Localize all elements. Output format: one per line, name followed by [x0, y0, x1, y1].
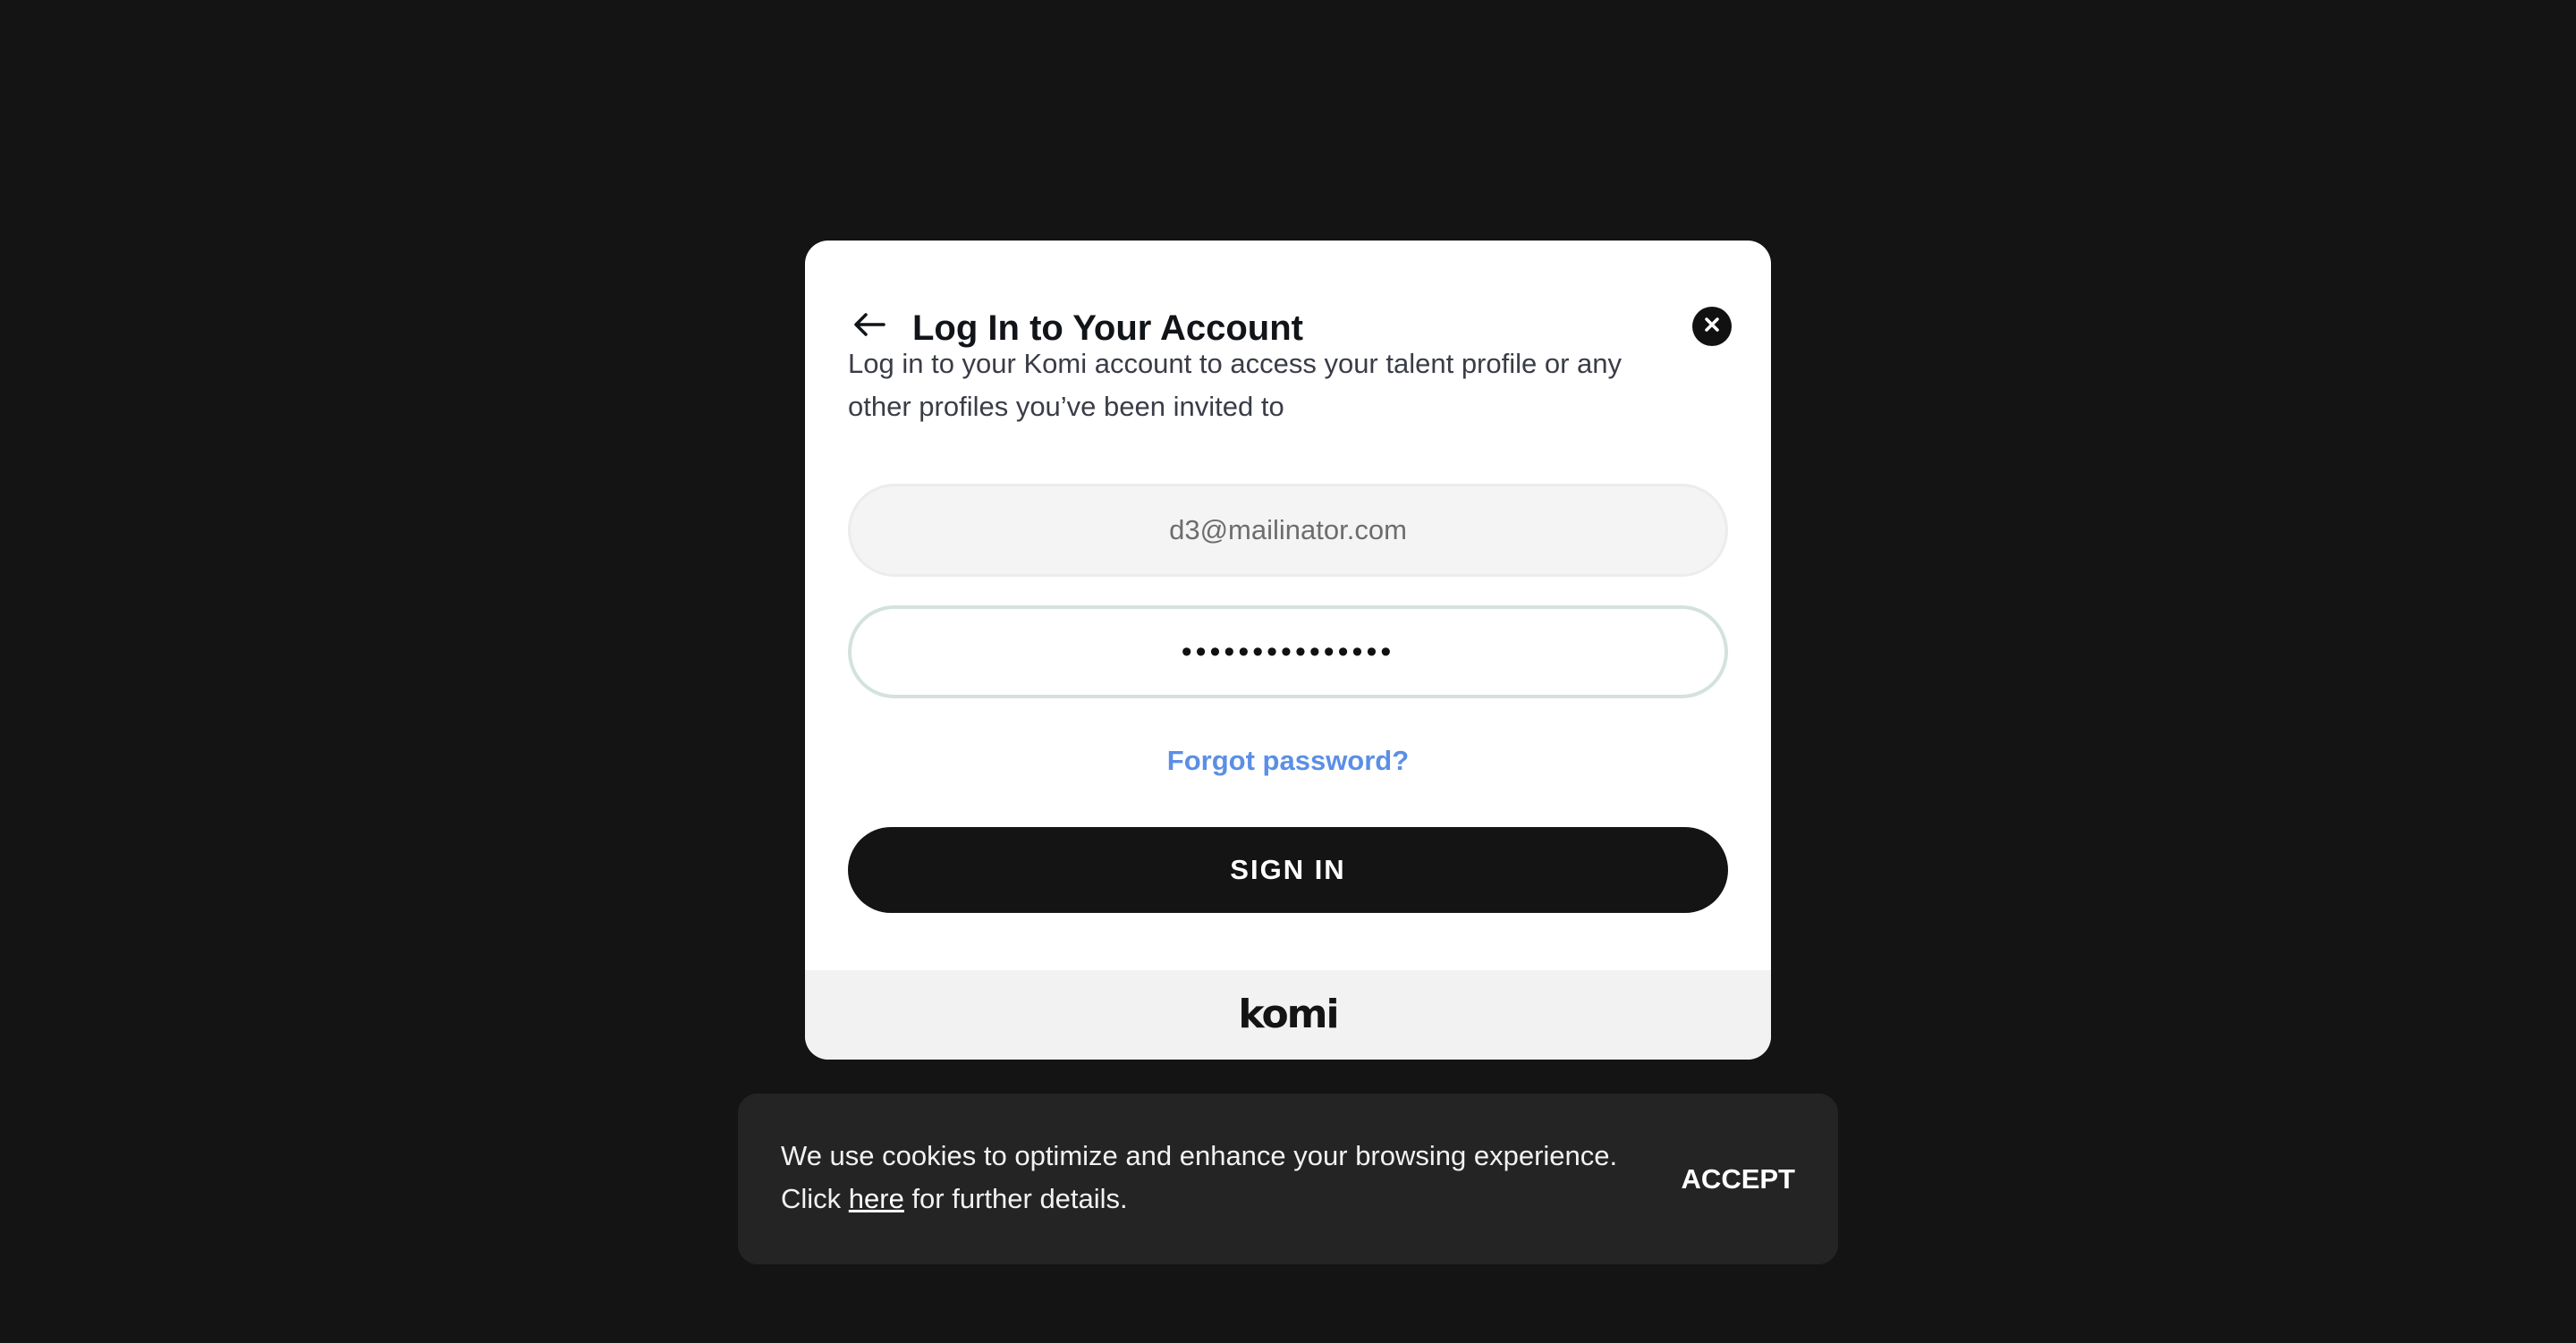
close-icon — [1704, 317, 1720, 337]
cookie-message: We use cookies to optimize and enhance y… — [781, 1135, 1640, 1221]
login-modal: Log In to Your Account Log in to your Ko… — [805, 241, 1771, 1060]
forgot-password-link[interactable]: Forgot password? — [805, 743, 1771, 779]
email-field[interactable] — [851, 486, 1725, 574]
arrow-left-icon — [853, 312, 886, 342]
accept-cookies-button[interactable]: ACCEPT — [1682, 1161, 1795, 1197]
password-field[interactable] — [852, 609, 1724, 695]
password-field-wrapper — [848, 605, 1728, 698]
komi-logo: komi — [1238, 992, 1339, 1037]
modal-footer: komi — [805, 970, 1771, 1060]
cookie-banner: We use cookies to optimize and enhance y… — [738, 1094, 1838, 1264]
modal-subtitle: Log in to your Komi account to access yo… — [848, 348, 1623, 422]
sign-in-button[interactable]: SIGN IN — [848, 827, 1728, 913]
cookie-details-link[interactable]: here — [849, 1183, 904, 1214]
back-button[interactable] — [848, 305, 891, 348]
email-field-wrapper — [848, 484, 1728, 577]
close-button[interactable] — [1692, 307, 1732, 346]
cookie-text-after: for further details. — [903, 1183, 1128, 1214]
